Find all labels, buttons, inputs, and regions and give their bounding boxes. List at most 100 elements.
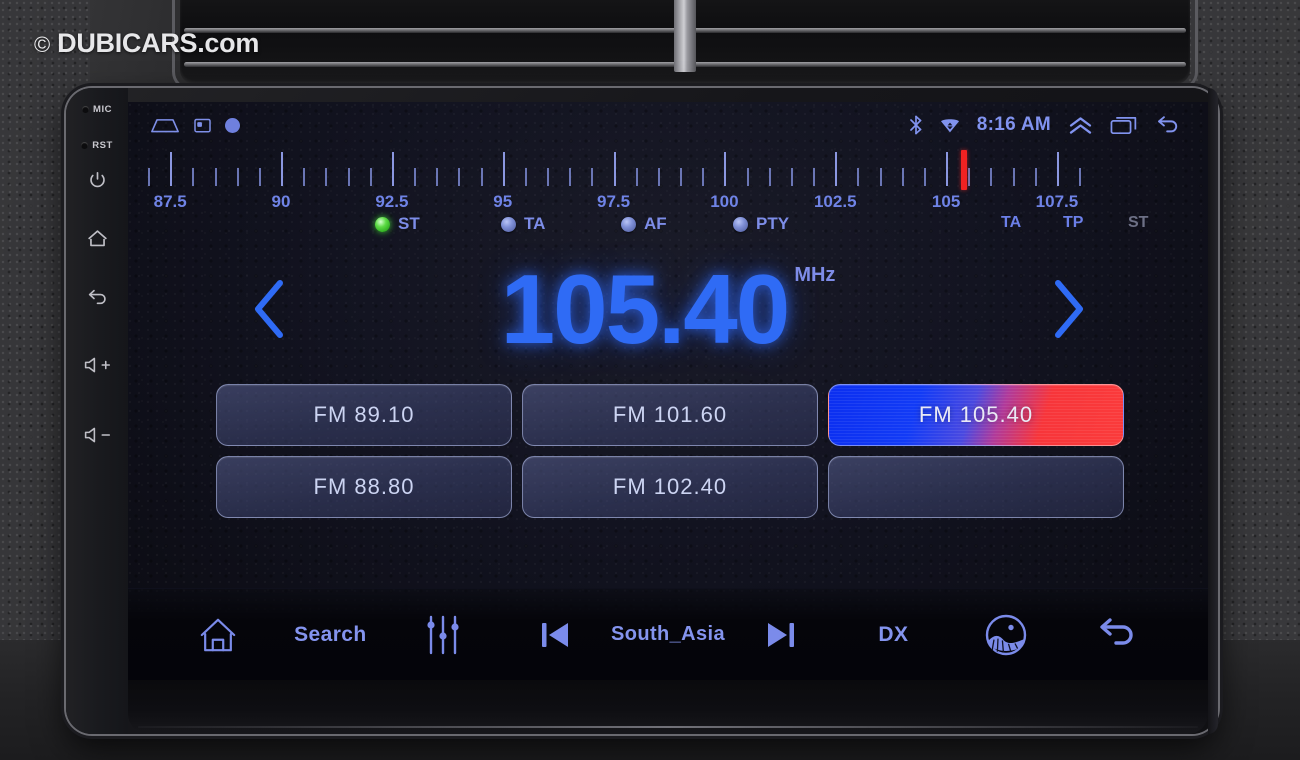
home-icon — [87, 230, 107, 247]
tuning-scale[interactable]: 87.5 90 92.5 95 97.5 100 102.5 105 107.5 — [128, 150, 1208, 212]
scale-major-tick — [724, 152, 727, 186]
scale-major-tick — [835, 152, 838, 186]
scale-minor-tick — [746, 168, 749, 186]
scale-minor-tick — [569, 168, 572, 186]
scale-major-tick — [1056, 152, 1059, 186]
copyright-symbol: © — [34, 32, 50, 57]
back-icon — [88, 289, 106, 305]
reset-pinhole-icon[interactable] — [81, 141, 89, 149]
preset-button-empty[interactable] — [828, 456, 1124, 518]
volume-up-button[interactable] — [66, 356, 128, 374]
preset-button[interactable]: FM 88.80 — [216, 456, 512, 518]
led-icon — [375, 216, 390, 232]
hardware-bezel-right — [1208, 88, 1218, 734]
preset-button[interactable]: FM 102.40 — [522, 456, 818, 518]
preset-button[interactable]: FM 101.60 — [522, 384, 818, 446]
rds-flag-st-2: ST — [1128, 214, 1149, 231]
toolbar-search-button[interactable]: Search — [274, 589, 386, 681]
scale-minor-tick — [813, 168, 816, 186]
preset-grid[interactable]: FM 89.10 FM 101.60 FM 105.40 FM 88.80 FM 102… — [216, 384, 1128, 518]
vent-bezel — [172, 0, 1198, 90]
bluetooth-icon — [909, 115, 923, 135]
indicator-af[interactable]: AF — [621, 214, 667, 234]
scale-minor-tick — [458, 168, 461, 186]
indicator-label: AF — [644, 214, 667, 233]
scale-minor-tick — [990, 168, 993, 186]
scale-label: 107.5 — [1035, 192, 1079, 211]
toolbar-back-button[interactable] — [1062, 589, 1174, 681]
scale-tick-labels: 87.5 90 92.5 95 97.5 100 102.5 105 107.5 — [148, 192, 1088, 214]
scale-label: 100 — [710, 192, 739, 211]
skip-previous-icon — [541, 622, 568, 647]
toolbar-gallery-button[interactable] — [950, 589, 1062, 681]
tuning-needle[interactable] — [960, 150, 967, 190]
bezel-home-button[interactable] — [66, 228, 128, 248]
scale-minor-tick — [480, 168, 483, 186]
led-icon — [733, 216, 748, 232]
scale-minor-tick — [547, 168, 550, 186]
scale-minor-tick — [768, 168, 771, 186]
scale-minor-tick — [635, 168, 638, 186]
watermark: © DUBICARS.com — [34, 28, 259, 59]
indicator-ta[interactable]: TA — [501, 214, 545, 234]
toolbar-prev-button[interactable] — [499, 589, 611, 681]
scale-minor-tick — [1012, 168, 1015, 186]
scale-minor-tick — [702, 168, 705, 186]
status-back-arrow-icon[interactable] — [1155, 115, 1182, 135]
power-icon — [89, 171, 105, 188]
scale-label: 95 — [493, 192, 513, 211]
volume-down-icon — [84, 427, 111, 443]
chevron-double-up-icon[interactable] — [1068, 116, 1093, 135]
scale-minor-tick — [214, 168, 217, 186]
toolbar-home-button[interactable] — [162, 589, 274, 681]
scale-minor-tick — [524, 168, 527, 186]
toolbar-dx-button[interactable]: DX — [837, 589, 949, 681]
led-icon — [501, 216, 516, 232]
indicator-st[interactable]: ST — [375, 214, 420, 234]
circle-icon[interactable] — [225, 117, 240, 133]
screenshot-icon[interactable] — [194, 118, 211, 133]
indicator-label: ST — [398, 214, 420, 233]
volume-down-button[interactable] — [66, 426, 128, 444]
reset-label[interactable]: RST — [66, 140, 128, 151]
scale-minor-tick — [968, 168, 971, 186]
hardware-bezel-left: MIC RST — [66, 88, 128, 734]
scale-label: 92.5 — [375, 192, 409, 211]
scale-label: 90 — [271, 192, 291, 211]
toolbar-equalizer-button[interactable] — [387, 589, 499, 681]
indicator-pty[interactable]: PTY — [733, 214, 789, 234]
power-button[interactable] — [66, 170, 128, 191]
toolbar-next-button[interactable] — [725, 589, 837, 681]
equalizer-icon — [427, 615, 459, 654]
indicator-row: ST TA AF PTY TA TP ST — [128, 214, 1208, 244]
scale-label: 102.5 — [813, 192, 857, 211]
scale-minor-tick — [1079, 168, 1082, 186]
skip-next-icon — [768, 622, 795, 647]
touchscreen[interactable]: 8:16 AM 87.5 90 92.5 95 97.5 100 102.5 1… — [128, 102, 1208, 680]
scale-major-tick — [502, 152, 505, 186]
status-clock: 8:16 AM — [976, 114, 1051, 135]
tune-up-button[interactable] — [1046, 277, 1090, 341]
current-frequency: 105.40 — [500, 254, 791, 364]
rds-flag-tp-1: TP — [1063, 214, 1084, 231]
bezel-back-button[interactable] — [66, 288, 128, 309]
home-outline-icon[interactable] — [150, 117, 180, 134]
scale-minor-tick — [657, 168, 660, 186]
scale-label: 105 — [931, 192, 961, 211]
led-icon — [621, 216, 636, 232]
tune-down-button[interactable] — [248, 277, 292, 341]
bottom-toolbar[interactable]: Search South_Asia DX — [128, 588, 1208, 680]
preset-button[interactable]: FM 89.10 — [216, 384, 512, 446]
recents-icon[interactable] — [1110, 115, 1138, 135]
toolbar-region-button[interactable]: South_Asia — [611, 589, 725, 681]
volume-up-icon — [84, 357, 111, 373]
scale-label: 97.5 — [597, 192, 631, 211]
mic-hole-icon — [82, 105, 90, 113]
scale-minor-tick — [369, 168, 372, 186]
mic-label: MIC — [66, 104, 128, 115]
preset-button[interactable]: FM 105.40 — [828, 384, 1124, 446]
scale-minor-tick — [258, 168, 261, 186]
home-icon — [200, 618, 236, 651]
scale-minor-tick — [923, 168, 926, 186]
scale-major-tick — [946, 152, 949, 186]
